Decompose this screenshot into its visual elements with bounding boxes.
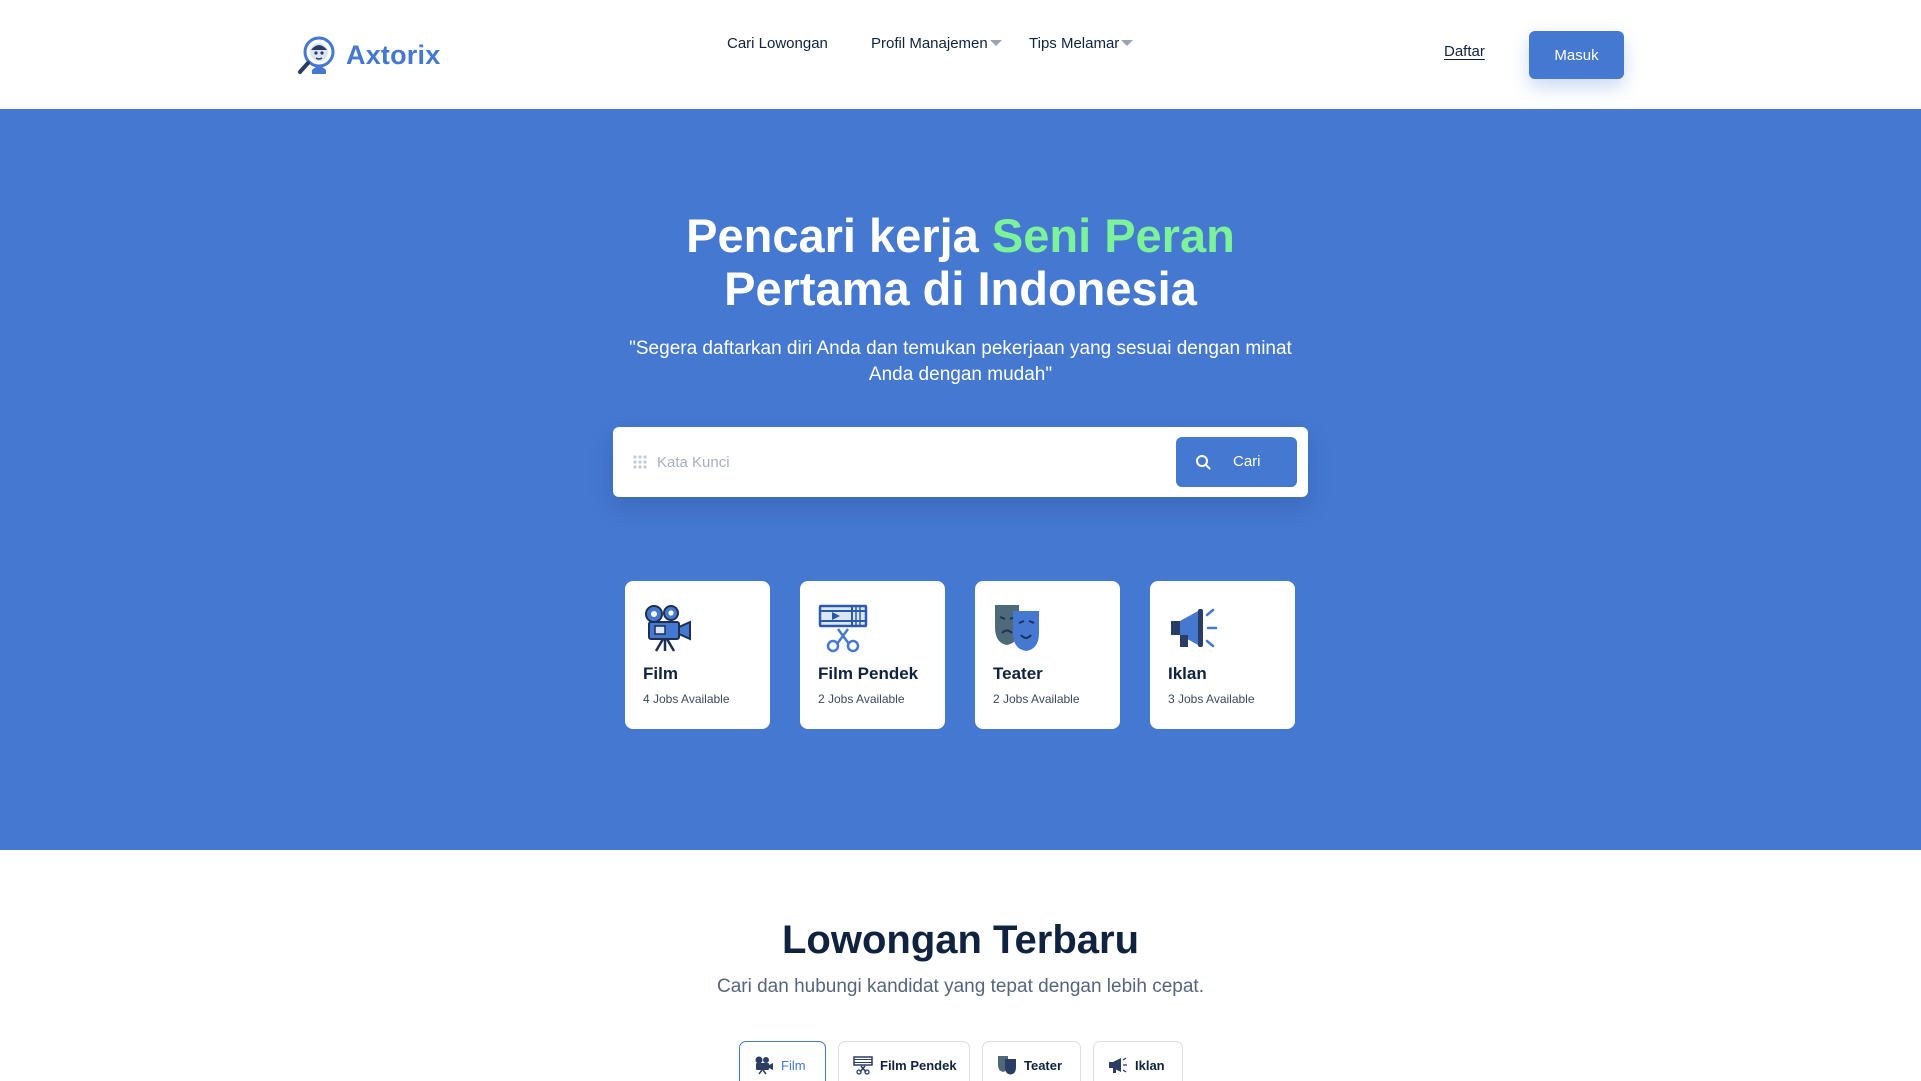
nav-profil-manajemen-label: Profil Manajemen [871, 34, 988, 52]
daftar-link[interactable]: Daftar [1444, 43, 1485, 60]
hero-title-line2: Pertama di Indonesia [724, 262, 1197, 315]
grid-icon [633, 455, 647, 469]
tab-iklan[interactable]: Iklan [1093, 1041, 1183, 1081]
category-tabs: Film Film Pendek Teater Iklan [0, 1041, 1921, 1081]
hero-section: Pencari kerja Seni Peran Pertama di Indo… [0, 109, 1921, 850]
search-input[interactable] [657, 445, 1157, 479]
hero-subtitle: "Segera daftarkan diri Anda dan temukan … [629, 338, 1292, 385]
nav-profil-manajemen[interactable]: Profil Manajemen [871, 35, 1002, 52]
brand-name: Axtorix [346, 39, 441, 70]
category-count: 4 Jobs Available [643, 692, 730, 706]
search-icon [1196, 455, 1211, 470]
category-count: 3 Jobs Available [1168, 692, 1255, 706]
tab-teater[interactable]: Teater [982, 1041, 1081, 1081]
nav-cari-lowongan-label: Cari Lowongan [727, 34, 828, 52]
hero-title: Pencari kerja Seni Peran Pertama di Indo… [0, 209, 1921, 315]
movie-camera-icon [645, 605, 691, 652]
brand-logo[interactable]: Axtorix [296, 34, 440, 76]
category-count: 2 Jobs Available [993, 692, 1080, 706]
category-name: Film [643, 664, 678, 683]
category-count: 2 Jobs Available [818, 692, 905, 706]
theater-masks-icon [995, 605, 1039, 651]
tab-label: Film [781, 1057, 806, 1073]
category-card-film[interactable]: Film 4 Jobs Available [625, 581, 770, 729]
category-card-teater[interactable]: Teater 2 Jobs Available [975, 581, 1120, 729]
tab-film[interactable]: Film [739, 1041, 826, 1081]
latest-jobs-subtitle: Cari dan hubungi kandidat yang tepat den… [717, 976, 1204, 997]
search-button[interactable]: Cari [1176, 437, 1297, 487]
film-editing-icon [818, 604, 868, 653]
latest-jobs-title: Lowongan Terbaru [781, 918, 1140, 962]
film-editing-icon [853, 1056, 873, 1075]
logo-icon [298, 36, 335, 74]
theater-masks-icon [998, 1056, 1016, 1075]
nav-tips-melamar-label: Tips Melamar [1029, 34, 1120, 52]
hero-title-prefix: Pencari kerja [686, 209, 992, 262]
category-name: Film Pendek [818, 664, 919, 683]
nav-cari-lowongan[interactable]: Cari Lowongan [727, 35, 828, 52]
site-header: Axtorix Cari Lowongan Profil Manajemen T… [0, 0, 1921, 109]
masuk-button[interactable]: Masuk [1529, 31, 1624, 79]
megaphone-icon [1109, 1057, 1127, 1073]
tab-label: Film Pendek [880, 1057, 957, 1073]
category-name: Iklan [1168, 664, 1207, 683]
tab-film-pendek[interactable]: Film Pendek [838, 1041, 970, 1081]
tab-label: Teater [1024, 1057, 1063, 1073]
category-card-iklan[interactable]: Iklan 3 Jobs Available [1150, 581, 1295, 729]
tab-label: Iklan [1135, 1057, 1165, 1073]
megaphone-icon [1171, 608, 1218, 648]
search-bar: Cari [613, 427, 1308, 497]
hero-title-accent: Seni Peran [991, 209, 1235, 262]
caret-down-icon [1121, 40, 1134, 46]
movie-camera-icon [755, 1056, 773, 1075]
search-button-label: Cari [1233, 453, 1261, 470]
caret-down-icon [989, 40, 1002, 46]
nav-tips-melamar[interactable]: Tips Melamar [1029, 34, 1134, 52]
category-card-film-pendek[interactable]: Film Pendek 2 Jobs Available [800, 581, 945, 729]
category-name: Teater [993, 664, 1043, 683]
